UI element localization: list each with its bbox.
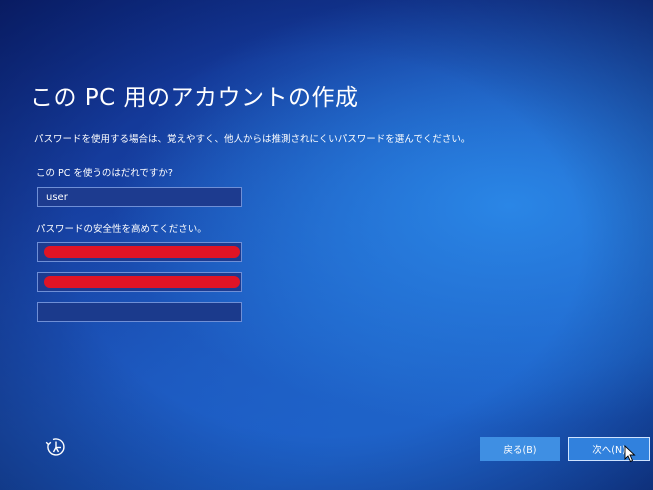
confirm-password-redaction-mark bbox=[44, 276, 240, 288]
page-title: この PC 用のアカウントの作成 bbox=[30, 85, 359, 111]
next-button[interactable]: 次へ(N) bbox=[568, 437, 650, 461]
mouse-cursor-icon bbox=[624, 444, 636, 463]
ease-of-access-icon[interactable] bbox=[44, 435, 68, 459]
password-redaction-mark bbox=[44, 246, 240, 258]
password-label: パスワードの安全性を高めてください。 bbox=[36, 224, 207, 235]
back-button[interactable]: 戻る(B) bbox=[480, 437, 560, 461]
username-label: この PC を使うのはだれですか? bbox=[36, 168, 173, 179]
page-description: パスワードを使用する場合は、覚えやすく、他人からは推測されにくいパスワードを選ん… bbox=[34, 134, 471, 145]
password-hint-input[interactable] bbox=[37, 302, 242, 322]
username-input[interactable] bbox=[37, 187, 242, 207]
